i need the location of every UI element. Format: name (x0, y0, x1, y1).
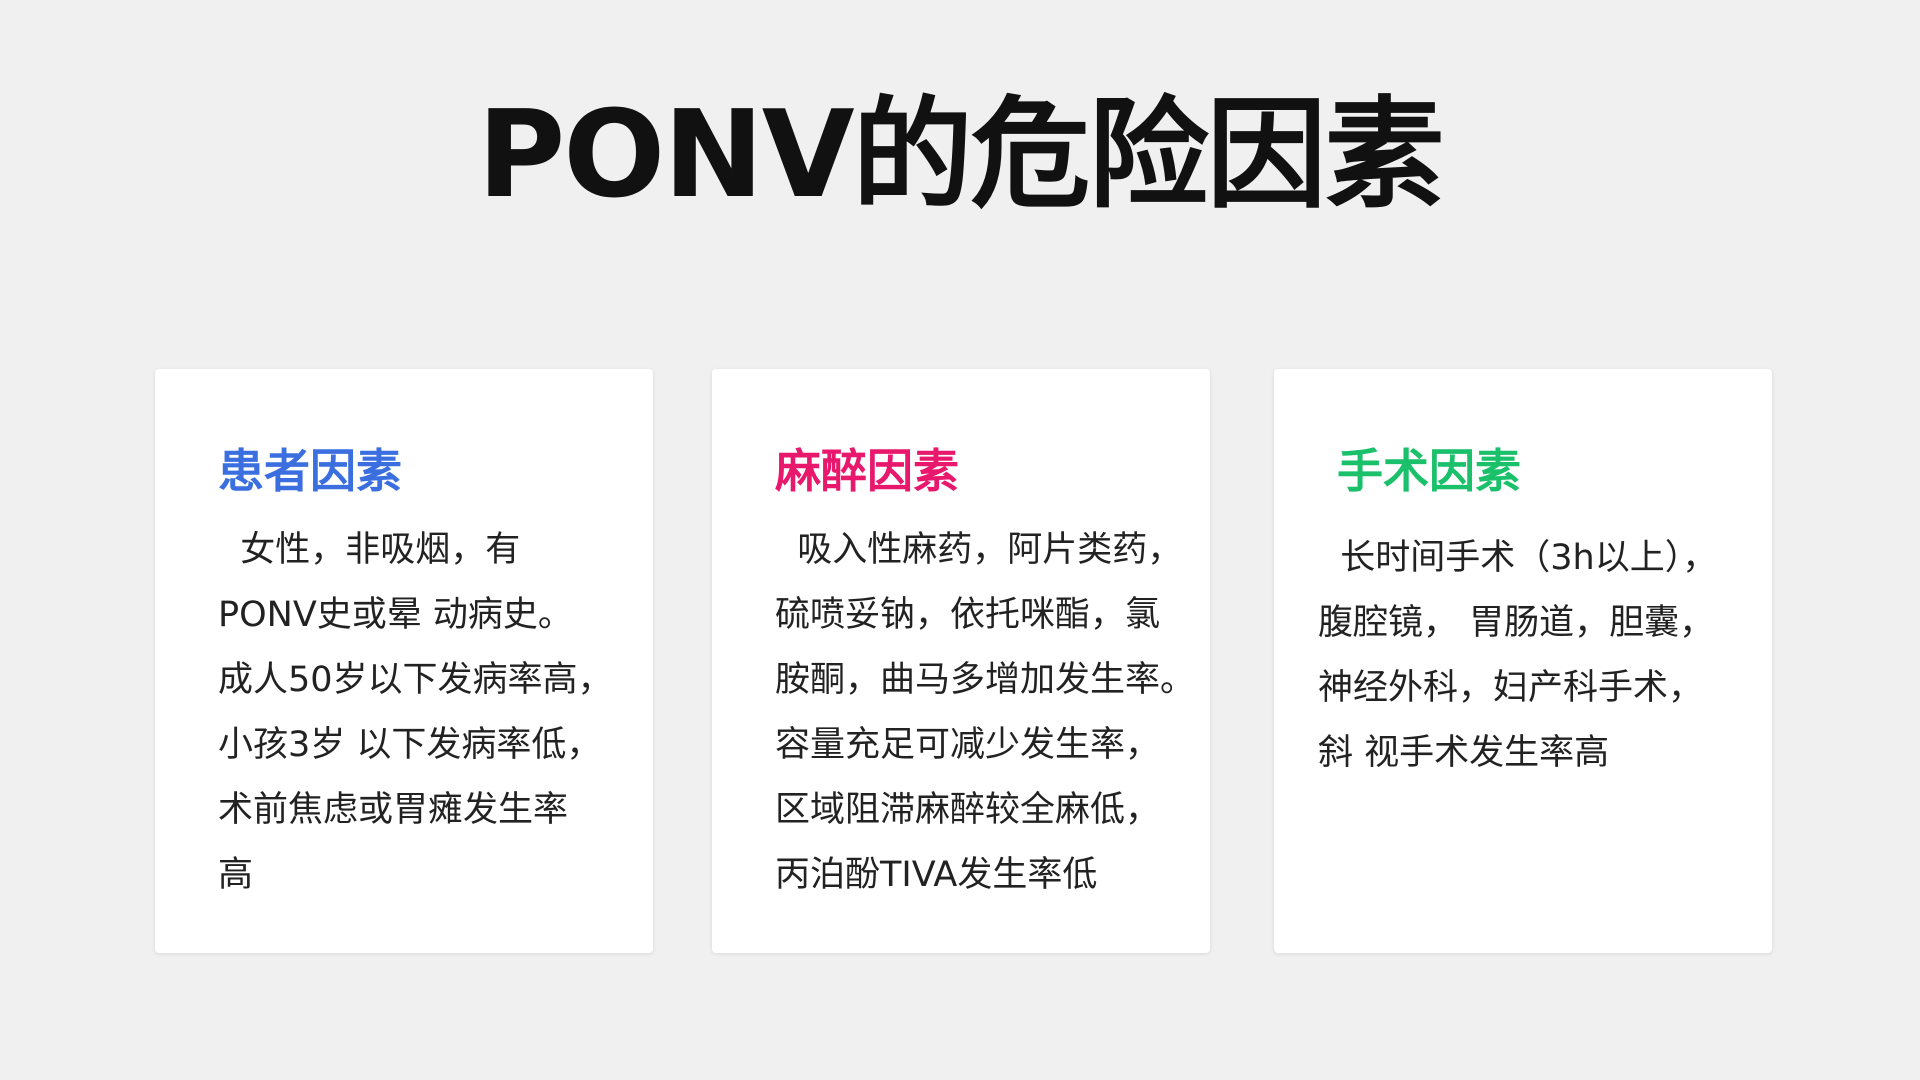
surgery-factors-card: 手术因素 长时间手术（3h以上）， 腹腔镜， 胃肠道，胆囊， 神经外科，妇产科手… (1274, 369, 1772, 953)
patient-factors-heading: 患者因素 (218, 444, 402, 498)
patient-factors-card: 患者因素 女性，非吸烟，有 PONV史或晕 动病史。 成人50岁以下发病率高， … (155, 369, 653, 953)
surgery-factors-heading: 手术因素 (1337, 444, 1521, 498)
page-title: PONV的危险因素 (477, 86, 1444, 225)
anesthesia-factors-text: 吸入性麻药，阿片类药， 硫喷妥钠，依托咪酯，氯 胺酮，曲马多增加发生率。 容量充… (775, 530, 1196, 895)
anesthesia-factors-card: 麻醉因素 吸入性麻药，阿片类药， 硫喷妥钠，依托咪酯，氯 胺酮，曲马多增加发生率… (712, 369, 1210, 953)
surgery-factors-text: 长时间手术（3h以上）， 腹腔镜， 胃肠道，胆囊， 神经外科，妇产科手术， 斜 … (1318, 538, 1718, 773)
anesthesia-factors-heading: 麻醉因素 (775, 444, 959, 498)
patient-factors-text: 女性，非吸烟，有 PONV史或晕 动病史。 成人50岁以下发病率高， 小孩3岁 … (218, 530, 613, 895)
